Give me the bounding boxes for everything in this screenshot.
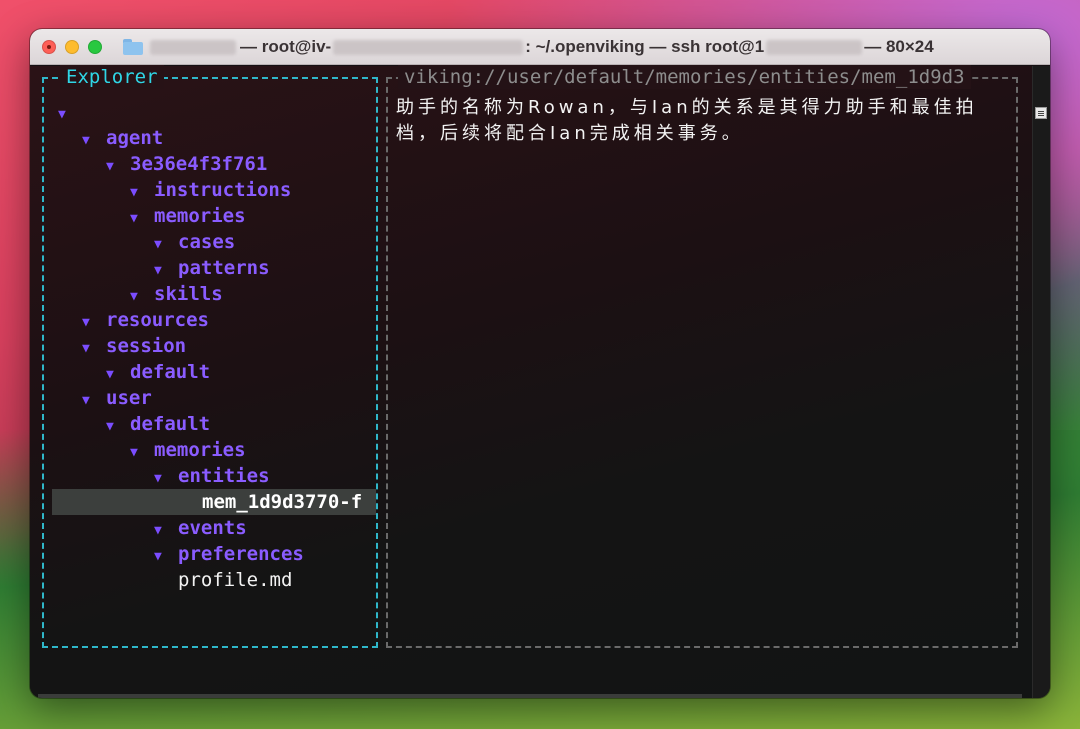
key-hint-key: g/G [763, 696, 797, 698]
tree-folder-item[interactable]: ▼ patterns [56, 255, 376, 281]
tree-item-label: skills [154, 283, 223, 305]
tree-folder-item[interactable]: ▼ memories [56, 203, 376, 229]
tree-folder-item[interactable]: ▼ entities [56, 463, 376, 489]
key-hint-key: j/k [406, 696, 440, 698]
tree-item-label: patterns [178, 257, 270, 279]
preview-content: 助手的名称为Rowan，与Ian的关系是其得力助手和最佳拍档，后续将配合Ian完… [396, 97, 978, 144]
tree-folder-item[interactable]: ▼ cases [56, 229, 376, 255]
tree-item-label: entities [178, 465, 270, 487]
tree-folder-item[interactable]: ▼ memories [56, 437, 376, 463]
key-hint-desc: :toggle folder [579, 696, 739, 698]
tree-item-label: memories [154, 439, 246, 461]
tree-item-label: cases [178, 231, 236, 253]
title-bar[interactable]: — root@iv- : ~/.openviking — ssh root@1 … [30, 29, 1050, 65]
preview-panel[interactable]: viking://user/default/memories/entities/… [386, 65, 1018, 648]
explorer-title: Explorer [60, 65, 164, 89]
close-button[interactable] [42, 40, 56, 54]
tree-item-label: default [130, 413, 211, 435]
file-tree[interactable]: ▼ ▼ agent ▼ 3e36e4f3f761 ▼ instructions ▼ memori… [52, 99, 376, 593]
key-hint: TAB:switch [141, 696, 255, 698]
tree-folder-item[interactable]: ▼ instructions [56, 177, 376, 203]
tree-item-label: resources [106, 309, 209, 331]
key-hint: g/G:top/bottom [763, 696, 923, 698]
tree-item-label: default [130, 361, 211, 383]
scrollbar-menu-icon[interactable] [1035, 107, 1047, 119]
tree-folder-item[interactable]: ▼ preferences [56, 541, 376, 567]
title-part-3: — 80×24 [864, 37, 934, 56]
tree-folder-item[interactable]: ▼ user [56, 385, 376, 411]
tree-folder-item[interactable]: ▼ resources [56, 307, 376, 333]
key-hint-desc: :top/bottom [797, 696, 923, 698]
redacted-text [766, 39, 863, 55]
tree-item-label: session [106, 335, 187, 357]
key-hint-desc: :navigate [440, 696, 543, 698]
key-hint: q:quit [48, 696, 117, 698]
tree-item-label: preferences [178, 543, 304, 565]
window-title: — root@iv- : ~/.openviking — ssh root@1 … [150, 37, 934, 57]
tree-item-label: memories [154, 205, 246, 227]
key-hint-bar: q:quitTAB:switchv:vectorsj/k:navigate.:t… [38, 694, 1022, 698]
tree-folder-item[interactable]: ▼ default [56, 411, 376, 437]
key-hint-key: q [48, 696, 59, 698]
tree-item-label: mem_1d9d3770-f [202, 491, 363, 513]
title-part-2: : ~/.openviking — ssh root@1 [525, 37, 765, 56]
key-hint-key: v [279, 696, 290, 698]
terminal-window: — root@iv- : ~/.openviking — ssh root@1 … [30, 29, 1050, 698]
tree-folder-item[interactable]: ▼ session [56, 333, 376, 359]
redacted-text [150, 39, 236, 55]
tree-item-label: 3e36e4f3f761 [130, 153, 268, 175]
zoom-button[interactable] [88, 40, 102, 54]
tree-item-label: instructions [154, 179, 292, 201]
title-part-1: — root@iv- [240, 37, 332, 56]
explorer-panel[interactable]: Explorer ▼ ▼ agent ▼ 3e36e4f3f761 ▼ instructio… [42, 65, 378, 648]
minimize-button[interactable] [65, 40, 79, 54]
folder-icon [123, 39, 143, 55]
scrollbar[interactable] [1032, 66, 1050, 698]
key-hint: v:vectors [279, 696, 382, 698]
tree-folder-item[interactable]: ▼ 3e36e4f3f761 [56, 151, 376, 177]
tree-item-label: agent [106, 127, 164, 149]
tree-folder-item[interactable]: ▼ skills [56, 281, 376, 307]
tree-folder-item[interactable]: ▼ default [56, 359, 376, 385]
tree-item-label: profile.md [178, 569, 293, 591]
tree-folder-item[interactable]: ▼ agent [56, 125, 376, 151]
key-hint-desc: :switch [175, 696, 255, 698]
tree-file-item[interactable]: profile.md [56, 567, 376, 593]
tree-file-item[interactable]: mem_1d9d3770-f [52, 489, 376, 515]
key-hint-key: . [567, 696, 578, 698]
tree-folder-item[interactable]: ▼ [56, 99, 376, 125]
preview-path: viking://user/default/memories/entities/… [398, 65, 971, 89]
key-hint-key: TAB [141, 696, 175, 698]
key-hint-desc: :quit [59, 696, 116, 698]
tree-item-label: user [106, 387, 152, 409]
tree-folder-item[interactable]: ▼ events [56, 515, 376, 541]
redacted-text [333, 39, 524, 55]
tree-item-label: events [178, 517, 247, 539]
key-hint: j/k:navigate [406, 696, 543, 698]
window-controls [42, 40, 102, 54]
terminal-content[interactable]: Explorer ▼ ▼ agent ▼ 3e36e4f3f761 ▼ instructio… [30, 65, 1032, 698]
key-hint-desc: :vectors [291, 696, 383, 698]
key-hint: .:toggle folder [567, 696, 739, 698]
